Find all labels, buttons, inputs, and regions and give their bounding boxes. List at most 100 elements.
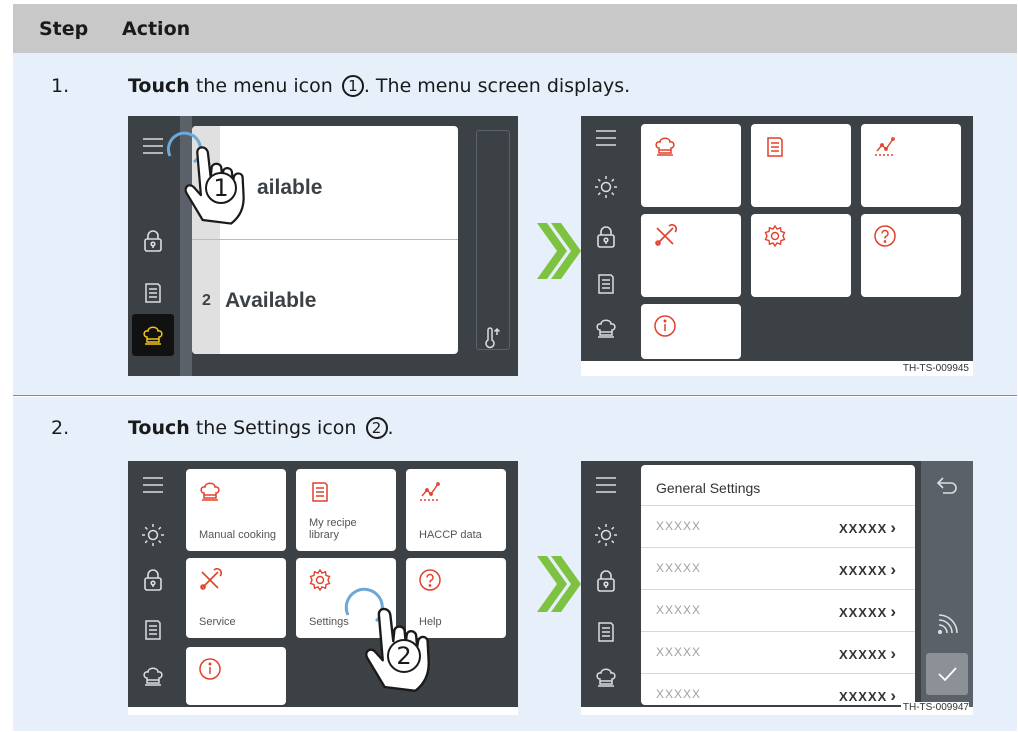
recipe-book-icon	[763, 134, 787, 158]
menu-icon[interactable]	[141, 134, 165, 158]
transition-arrow	[537, 556, 581, 612]
wifi-icon[interactable]	[935, 613, 959, 637]
menu-tile[interactable]	[751, 214, 851, 297]
service-tile[interactable]: Service	[186, 558, 286, 638]
table-header: Step Action	[13, 4, 1017, 53]
menu-icon[interactable]	[594, 126, 618, 150]
chef-hat-icon	[198, 479, 222, 503]
instruction-verb: Touch	[128, 417, 190, 439]
manual-cooking-tile[interactable]: Manual cooking	[186, 469, 286, 551]
labelled-menu-screen: Manual cooking My recipe library HACCP d…	[128, 461, 518, 715]
tile-label: My recipe library	[309, 517, 357, 541]
step-number: 2.	[51, 417, 70, 439]
tools-icon	[198, 568, 222, 592]
setting-value: XXXXX	[839, 644, 897, 664]
setting-name: XXXXX	[656, 687, 702, 701]
recipe-book-icon[interactable]	[594, 619, 618, 643]
step-instruction: Touch the menu icon 1. The menu screen d…	[128, 75, 630, 97]
recipe-library-tile[interactable]: My recipe library	[296, 469, 396, 551]
callout-2: 2	[387, 639, 421, 673]
tools-icon	[653, 224, 677, 248]
step-instruction: Touch the Settings icon 2.	[128, 417, 394, 439]
menu-tile[interactable]	[751, 124, 851, 207]
lock-icon[interactable]	[141, 568, 165, 592]
instruction-text: the Settings icon	[195, 417, 357, 439]
setting-value: XXXXX	[839, 518, 897, 538]
setting-name: XXXXX	[656, 561, 702, 575]
tile-label: Manual cooking	[199, 529, 277, 541]
sun-icon[interactable]	[594, 523, 618, 547]
figure-reference: TH-TS-009947	[900, 702, 969, 713]
back-icon[interactable]	[935, 473, 959, 497]
recipe-book-icon	[308, 479, 332, 503]
setting-value: XXXXX	[839, 602, 897, 622]
settings-row[interactable]: XXXXX XXXXX	[641, 673, 915, 705]
step-row-2: 2. Touch the Settings icon 2. Manual coo…	[13, 397, 1017, 731]
info-tile[interactable]	[186, 647, 286, 705]
check-icon	[935, 662, 959, 686]
setting-name: XXXXX	[656, 603, 702, 617]
callout-number: 2	[365, 417, 388, 439]
callout-number: 1	[341, 75, 364, 97]
settings-icon	[763, 224, 787, 248]
info-icon	[198, 657, 222, 681]
recipe-book-icon[interactable]	[141, 617, 165, 641]
settings-panel: General Settings XXXXX XXXXX XXXXX XXXXX X…	[641, 465, 915, 705]
menu-screen: TH-TS-009945	[581, 116, 973, 376]
setting-value: XXXXX	[839, 686, 897, 705]
transition-arrow	[537, 223, 581, 279]
chef-hat-icon[interactable]	[594, 316, 618, 340]
settings-row[interactable]: XXXXX XXXXX	[641, 505, 915, 547]
lock-icon[interactable]	[141, 229, 165, 253]
cavity-1-status[interactable]: ailable	[257, 176, 322, 200]
step-number: 1.	[51, 75, 70, 97]
action-column-header: Action	[122, 18, 191, 40]
recipe-book-icon[interactable]	[594, 271, 618, 295]
chef-hat-icon[interactable]	[594, 665, 618, 689]
settings-row[interactable]: XXXXX XXXXX	[641, 547, 915, 589]
help-icon	[873, 224, 897, 248]
menu-icon[interactable]	[141, 473, 165, 497]
menu-tile[interactable]	[861, 124, 961, 207]
tile-label: Service	[199, 616, 236, 628]
recipe-book-icon[interactable]	[141, 280, 165, 304]
chart-icon	[873, 134, 897, 158]
chef-hat-icon[interactable]	[141, 664, 165, 688]
lock-icon[interactable]	[594, 225, 618, 249]
step-column-header: Step	[39, 18, 89, 40]
help-icon	[418, 568, 442, 592]
setting-name: XXXXX	[656, 645, 702, 659]
instruction-text-after: .	[387, 417, 394, 439]
sun-icon[interactable]	[141, 523, 165, 547]
settings-row[interactable]: XXXXX XXXXX	[641, 631, 915, 673]
menu-icon[interactable]	[594, 473, 618, 497]
cavity-2-status[interactable]: Available	[225, 289, 316, 313]
general-settings-screen: General Settings XXXXX XXXXX XXXXX XXXXX X…	[581, 461, 973, 715]
chef-hat-icon	[653, 134, 677, 158]
temperature-bar	[476, 130, 510, 350]
thermometer-icon[interactable]	[480, 326, 504, 350]
menu-tile[interactable]	[861, 214, 961, 297]
figure-reference: TH-TS-009945	[900, 363, 969, 374]
settings-title: General Settings	[656, 480, 761, 496]
setting-value: XXXXX	[839, 560, 897, 580]
step-row-1: 1. Touch the menu icon 1. The menu scree…	[13, 53, 1017, 396]
lock-icon[interactable]	[594, 569, 618, 593]
settings-row[interactable]: XXXXX XXXXX	[641, 589, 915, 631]
menu-tile[interactable]	[641, 214, 741, 297]
menu-tile[interactable]	[641, 124, 741, 207]
instruction-verb: Touch	[128, 75, 190, 97]
settings-icon	[308, 568, 332, 592]
setting-name: XXXXX	[656, 519, 702, 533]
menu-tile[interactable]	[641, 304, 741, 359]
home-screen: ailable 2 Available 1	[128, 116, 518, 376]
haccp-data-tile[interactable]: HACCP data	[406, 469, 506, 551]
instruction-text-after: . The menu screen displays.	[363, 75, 631, 97]
cavity-2-number: 2	[202, 292, 211, 309]
sun-icon[interactable]	[594, 175, 618, 199]
info-icon	[653, 314, 677, 338]
tile-label: HACCP data	[419, 529, 482, 541]
chart-icon	[418, 479, 442, 503]
instruction-text: the menu icon	[195, 75, 333, 97]
chef-hat-icon	[141, 323, 165, 347]
